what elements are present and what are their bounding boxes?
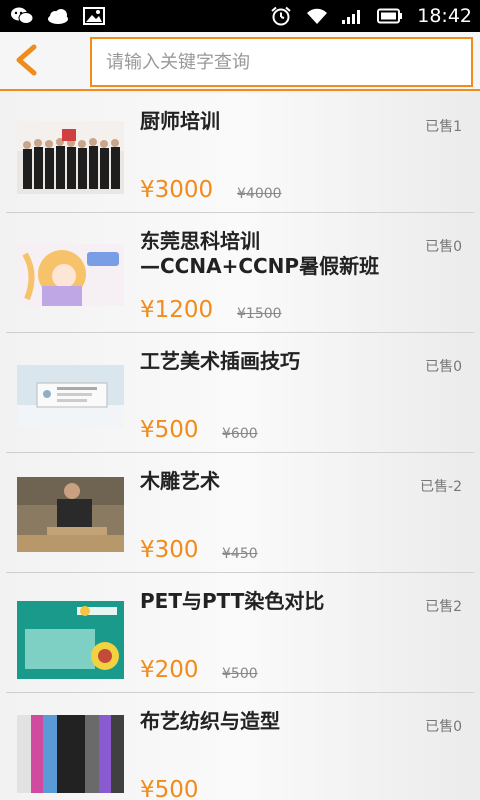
sold-count: 已售1 [425, 119, 462, 135]
product-price: ¥300 [140, 537, 199, 563]
list-item[interactable]: 东莞思科培训 —CCNA+CCNP暑假新班 已售0 ¥1200 ¥1500 [6, 213, 474, 333]
product-price: ¥1200 [140, 297, 214, 323]
product-thumbnail [17, 601, 124, 679]
product-thumbnail [17, 244, 124, 306]
sold-count: 已售-2 [420, 479, 462, 495]
sold-count: 已售0 [425, 359, 462, 375]
alarm-icon [269, 6, 293, 26]
product-title: 工艺美术插画技巧 [140, 349, 300, 373]
original-price: ¥1500 [237, 306, 282, 322]
gallery-icon [82, 6, 106, 26]
product-price: ¥500 [140, 777, 199, 800]
product-title: PET与PTT染色对比 [140, 589, 325, 613]
product-title: 东莞思科培训 —CCNA+CCNP暑假新班 [140, 229, 380, 278]
signal-icon [341, 6, 365, 26]
battery-icon [377, 6, 403, 26]
status-bar: 18:42 [0, 0, 480, 32]
list-item[interactable]: 厨师培训 已售1 ¥3000 ¥4000 [6, 93, 474, 213]
product-list: 厨师培训 已售1 ¥3000 ¥4000 东莞思科培训 —CCNA+CCNP暑假… [0, 93, 480, 800]
product-thumbnail [17, 477, 124, 552]
original-price: ¥600 [222, 426, 258, 442]
status-bar-right: 18:42 [269, 5, 472, 27]
product-thumbnail [17, 121, 124, 194]
top-bar [0, 32, 480, 91]
back-button[interactable] [6, 38, 46, 82]
list-item[interactable]: 工艺美术插画技巧 已售0 ¥500 ¥600 [6, 333, 474, 453]
sold-count: 已售0 [425, 239, 462, 255]
wifi-icon [305, 6, 329, 26]
chevron-left-icon [16, 44, 37, 76]
weather-icon [46, 6, 70, 26]
sold-count: 已售0 [425, 719, 462, 735]
original-price: ¥500 [222, 666, 258, 682]
list-item[interactable]: 木雕艺术 已售-2 ¥300 ¥450 [6, 453, 474, 573]
product-thumbnail [17, 715, 124, 793]
product-price: ¥3000 [140, 177, 214, 203]
product-thumbnail [17, 365, 124, 427]
product-price: ¥500 [140, 417, 199, 443]
product-title: 布艺纺织与造型 [140, 709, 280, 733]
status-bar-left [10, 6, 106, 26]
product-price: ¥200 [140, 657, 199, 683]
wechat-icon [10, 6, 34, 26]
original-price: ¥450 [222, 546, 258, 562]
product-title: 厨师培训 [140, 109, 220, 133]
list-item[interactable]: 布艺纺织与造型 已售0 ¥500 [6, 693, 474, 800]
status-time: 18:42 [417, 5, 472, 27]
search-input[interactable] [92, 39, 471, 85]
search-box [90, 37, 473, 87]
original-price: ¥4000 [237, 186, 282, 202]
product-title: 木雕艺术 [140, 469, 220, 493]
list-item[interactable]: PET与PTT染色对比 已售2 ¥200 ¥500 [6, 573, 474, 693]
sold-count: 已售2 [425, 599, 462, 615]
